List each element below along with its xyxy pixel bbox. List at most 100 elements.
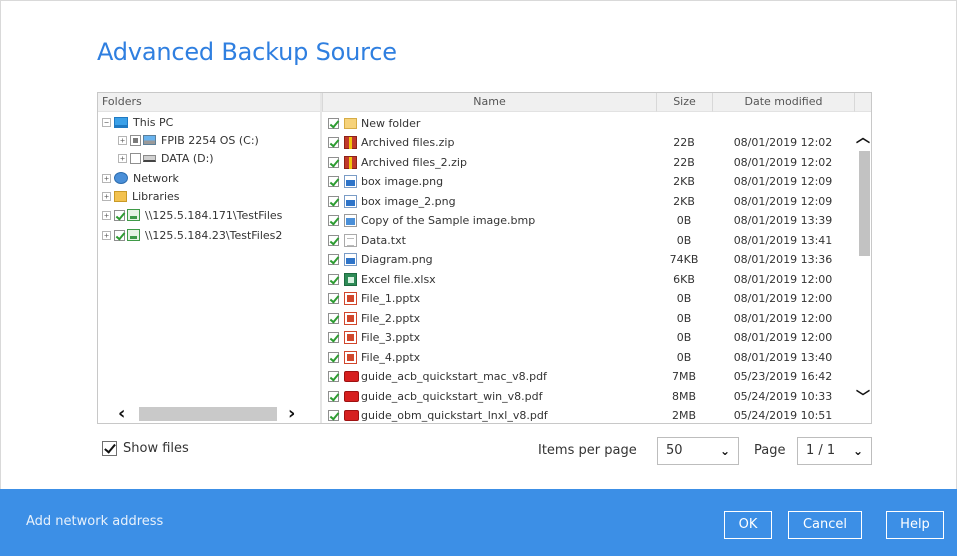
file-row[interactable]: File_1.pptx 0B 08/01/2019 12:00 — [322, 289, 854, 309]
scrollbar-thumb[interactable] — [139, 407, 277, 421]
dialog-footer: Add network address OK Cancel Help — [0, 489, 957, 556]
file-row[interactable]: guide_acb_quickstart_win_v8.pdf 8MB 05/2… — [322, 386, 854, 406]
folder-icon — [344, 117, 357, 129]
bitmap-file-icon — [344, 214, 357, 227]
file-checkbox[interactable] — [328, 410, 339, 421]
file-checkbox[interactable] — [328, 176, 339, 187]
show-files-checkbox[interactable] — [102, 441, 117, 456]
file-row[interactable]: Archived files.zip 22B 08/01/2019 12:02 — [322, 133, 854, 153]
chevron-down-icon: ⌄ — [852, 444, 863, 458]
items-per-page-label: Items per page — [538, 443, 637, 458]
file-row[interactable]: Data.txt 0B 08/01/2019 13:41 — [322, 230, 854, 250]
file-checkbox[interactable] — [328, 312, 339, 324]
expand-icon[interactable]: + — [102, 173, 111, 183]
file-row[interactable]: File_2.pptx 0B 08/01/2019 12:00 — [322, 308, 854, 328]
show-files-label: Show files — [123, 441, 189, 456]
network-icon — [114, 172, 128, 184]
tree-node-drive-d[interactable]: + DATA (D:) — [118, 149, 214, 167]
tree-node-network[interactable]: + Network — [102, 169, 179, 187]
file-checkbox[interactable] — [328, 254, 339, 265]
file-checkbox[interactable] — [328, 117, 339, 129]
help-button[interactable]: Help — [886, 511, 944, 539]
file-checkbox[interactable] — [328, 195, 339, 207]
expand-icon[interactable]: + — [118, 135, 127, 145]
cancel-button[interactable]: Cancel — [788, 511, 862, 539]
powerpoint-file-icon — [344, 350, 357, 364]
expand-icon[interactable]: + — [102, 191, 111, 201]
image-file-icon — [344, 194, 357, 208]
file-row[interactable]: Copy of the Sample image.bmp 0B 08/01/20… — [322, 211, 854, 231]
tree-node-share-1[interactable]: + \\125.5.184.171\TestFiles — [102, 206, 282, 224]
computer-icon — [114, 116, 128, 128]
tree-node-drive-c[interactable]: + FPIB 2254 OS (C:) — [118, 131, 259, 149]
file-checkbox[interactable] — [328, 390, 339, 402]
file-checkbox[interactable] — [328, 351, 339, 363]
pdf-file-icon — [344, 371, 359, 382]
network-share-icon — [127, 229, 140, 241]
file-row[interactable]: guide_obm_quickstart_lnxl_v8.pdf 2MB 05/… — [322, 406, 854, 424]
chevron-down-icon: ⌄ — [719, 444, 730, 458]
column-header-filler — [854, 93, 871, 112]
dialog-title: Advanced Backup Source — [97, 38, 397, 66]
file-checkbox[interactable] — [328, 293, 339, 304]
scroll-left-icon[interactable]: ‹ — [118, 405, 125, 423]
powerpoint-file-icon — [344, 292, 357, 305]
ok-button[interactable]: OK — [724, 511, 772, 539]
file-row[interactable]: New folder — [322, 113, 854, 133]
show-files-toggle[interactable]: Show files — [102, 441, 189, 456]
zip-file-icon — [344, 136, 357, 149]
file-row[interactable]: File_3.pptx 0B 08/01/2019 12:00 — [322, 328, 854, 348]
tree-node-share-2[interactable]: + \\125.5.184.23\TestFiles2 — [102, 226, 282, 244]
pdf-file-icon — [344, 390, 359, 402]
file-list-vertical-scrollbar[interactable]: ︿ ﹀ — [854, 113, 871, 423]
powerpoint-file-icon — [344, 331, 357, 344]
column-header-folders: Folders — [98, 93, 320, 112]
file-checkbox[interactable] — [328, 215, 339, 226]
image-file-icon — [344, 175, 357, 188]
file-checkbox[interactable] — [328, 137, 339, 148]
column-header-date-modified[interactable]: Date modified — [712, 93, 854, 112]
expand-icon[interactable]: + — [102, 230, 111, 240]
file-row[interactable]: box image.png 2KB 08/01/2019 12:09 — [322, 172, 854, 192]
file-checkbox[interactable] — [328, 273, 339, 285]
tree-horizontal-scrollbar[interactable]: ‹ › — [98, 403, 320, 423]
expand-icon[interactable]: + — [102, 210, 111, 220]
column-header-name[interactable]: Name — [322, 93, 656, 112]
system-drive-icon — [143, 135, 156, 145]
libraries-icon — [114, 190, 127, 202]
file-list: New folder Archived files.zip 22B 08/01/… — [322, 113, 854, 424]
file-row[interactable]: File_4.pptx 0B 08/01/2019 13:40 — [322, 347, 854, 367]
powerpoint-file-icon — [344, 311, 357, 325]
scroll-right-icon[interactable]: › — [288, 405, 295, 423]
scroll-down-icon[interactable]: ﹀ — [856, 391, 870, 405]
drive-d-checkbox[interactable] — [130, 152, 141, 164]
file-row[interactable]: Diagram.png 74KB 08/01/2019 13:36 — [322, 250, 854, 270]
file-checkbox[interactable] — [328, 234, 339, 246]
tree-node-this-pc[interactable]: − This PC — [102, 113, 173, 131]
add-network-address-link[interactable]: Add network address — [26, 514, 163, 529]
share-2-checkbox[interactable] — [114, 229, 125, 241]
file-row[interactable]: Archived files_2.zip 22B 08/01/2019 12:0… — [322, 152, 854, 172]
drive-c-checkbox[interactable] — [130, 134, 141, 146]
page-select[interactable]: 1 / 1 ⌄ — [797, 437, 872, 465]
pdf-file-icon — [344, 410, 359, 421]
excel-file-icon — [344, 272, 357, 286]
network-share-icon — [127, 209, 140, 221]
scrollbar-thumb[interactable] — [859, 151, 870, 256]
expand-icon[interactable]: + — [118, 153, 127, 163]
column-header-size[interactable]: Size — [656, 93, 712, 112]
file-checkbox[interactable] — [328, 371, 339, 382]
folder-tree: − This PC + FPIB 2254 OS (C:) + DATA (D:… — [98, 113, 320, 403]
share-1-checkbox[interactable] — [114, 209, 125, 221]
file-checkbox[interactable] — [328, 332, 339, 343]
items-per-page-select[interactable]: 50 ⌄ — [657, 437, 739, 465]
image-file-icon — [344, 253, 357, 266]
file-row[interactable]: Excel file.xlsx 6KB 08/01/2019 12:00 — [322, 269, 854, 289]
file-row[interactable]: guide_acb_quickstart_mac_v8.pdf 7MB 05/2… — [322, 367, 854, 387]
scroll-up-icon[interactable]: ︿ — [856, 131, 870, 145]
tree-node-libraries[interactable]: + Libraries — [102, 187, 180, 205]
file-checkbox[interactable] — [328, 156, 339, 168]
collapse-icon[interactable]: − — [102, 117, 111, 127]
file-row[interactable]: box image_2.png 2KB 08/01/2019 12:09 — [322, 191, 854, 211]
file-browser: Folders Name Size Date modified − This P… — [97, 92, 872, 424]
